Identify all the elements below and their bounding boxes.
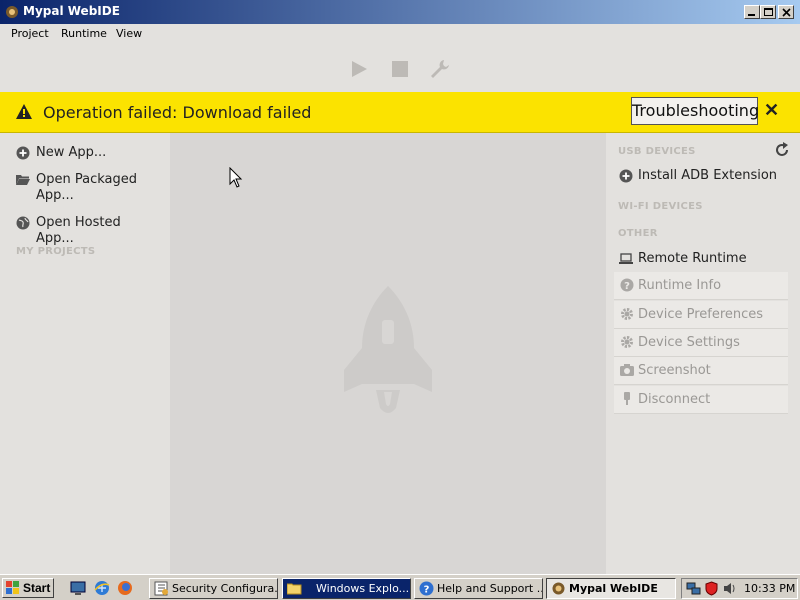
title-bar[interactable]: Mypal WebIDE <box>0 0 800 24</box>
troubleshooting-button[interactable]: Troubleshooting <box>631 97 759 125</box>
screenshot-label: Screenshot <box>638 363 711 378</box>
minimize-icon <box>748 14 755 16</box>
menu-bar: Project Runtime View <box>0 24 800 44</box>
disconnect-button[interactable]: Disconnect <box>614 386 788 414</box>
play-icon[interactable] <box>348 58 370 80</box>
screenshot-button[interactable]: Screenshot <box>614 357 788 385</box>
open-packaged-app-label: Open Packaged App... <box>36 172 137 203</box>
laptop-icon <box>619 253 633 264</box>
install-adb-extension-button[interactable]: Install ADB Extension <box>619 168 789 186</box>
task-label: Security Configura... <box>172 582 278 595</box>
warning-icon <box>16 104 32 119</box>
error-message: Operation failed: Download failed <box>43 103 312 122</box>
windows-logo-icon <box>6 581 19 594</box>
task-windows-explorer[interactable]: Windows Explo... <box>282 578 411 599</box>
open-packaged-app-button[interactable]: Open Packaged App... <box>16 172 156 206</box>
volume-icon[interactable] <box>722 581 737 596</box>
rocket-logo-icon <box>344 286 432 413</box>
webide-window: Mypal WebIDE Project Runtime View Operat… <box>0 0 800 574</box>
maximize-button[interactable] <box>760 5 776 19</box>
window-title: Mypal WebIDE <box>23 4 120 18</box>
device-preferences-label: Device Preferences <box>638 307 764 322</box>
folder-open-icon <box>16 175 30 185</box>
close-icon <box>782 8 791 17</box>
mypal-app-icon <box>6 6 18 18</box>
mouse-cursor-icon <box>229 167 243 188</box>
device-settings-button[interactable]: Device Settings <box>614 329 788 357</box>
project-panel: New App... Open Packaged App... Open Hos… <box>0 133 169 574</box>
security-config-icon <box>154 581 168 596</box>
error-notification-bar: Operation failed: Download failed Troubl… <box>0 92 800 133</box>
wifi-devices-header: WI-FI DEVICES <box>618 201 703 212</box>
svg-text:?: ? <box>424 585 430 596</box>
remote-runtime-label: Remote Runtime <box>638 251 747 266</box>
task-security-configuration[interactable]: Security Configura... <box>149 578 278 599</box>
new-app-button[interactable]: New App... <box>16 145 156 163</box>
install-adb-label: Install ADB Extension <box>638 168 778 183</box>
main-content-area <box>170 133 606 574</box>
internet-explorer-icon[interactable] <box>94 580 110 596</box>
maximize-icon <box>764 8 773 16</box>
close-window-button[interactable] <box>778 5 794 19</box>
close-notification-icon[interactable]: ✕ <box>764 100 779 121</box>
runtime-info-label: Runtime Info <box>638 278 722 293</box>
help-icon: ? <box>419 581 434 596</box>
menu-runtime[interactable]: Runtime <box>61 27 107 40</box>
remote-runtime-button[interactable]: Remote Runtime <box>619 251 789 269</box>
camera-icon <box>620 364 634 376</box>
plus-circle-icon <box>16 146 30 160</box>
stop-icon[interactable] <box>389 58 411 80</box>
taskbar: Start Security Configura... Windows Expl… <box>0 574 800 600</box>
start-label: Start <box>23 581 51 595</box>
device-settings-label: Device Settings <box>638 335 740 350</box>
toolbar <box>0 44 800 92</box>
wrench-icon[interactable] <box>429 58 451 80</box>
gear-icon <box>621 308 633 320</box>
globe-icon <box>16 216 30 230</box>
my-projects-header: MY PROJECTS <box>16 246 96 257</box>
show-desktop-icon[interactable] <box>70 580 86 596</box>
network-icon[interactable] <box>686 581 701 596</box>
start-button[interactable]: Start <box>2 578 54 598</box>
task-label: Windows Explo... <box>316 582 410 595</box>
other-header: OTHER <box>618 228 658 239</box>
new-app-label: New App... <box>36 145 107 160</box>
refresh-icon[interactable] <box>774 142 790 158</box>
clock: 10:33 PM <box>744 582 796 595</box>
device-preferences-button[interactable]: Device Preferences <box>614 301 788 329</box>
menu-view[interactable]: View <box>116 27 142 40</box>
minimize-button[interactable] <box>744 5 760 19</box>
plus-circle-icon <box>619 169 633 183</box>
folder-icon <box>287 583 302 595</box>
question-circle-icon: ? <box>620 278 634 292</box>
open-hosted-app-label: Open Hosted App... <box>36 215 121 246</box>
task-label: Mypal WebIDE <box>569 582 658 595</box>
menu-project[interactable]: Project <box>11 27 49 40</box>
runtime-info-button[interactable]: ? Runtime Info <box>614 272 788 300</box>
disconnect-label: Disconnect <box>638 392 711 407</box>
gear-icon <box>621 336 633 348</box>
security-shield-icon[interactable] <box>704 581 719 596</box>
task-help-and-support[interactable]: ? Help and Support ... <box>414 578 543 599</box>
plug-icon <box>624 392 630 405</box>
firefox-icon[interactable] <box>117 580 133 596</box>
task-mypal-webide[interactable]: Mypal WebIDE <box>546 578 676 599</box>
system-tray: 10:33 PM <box>681 578 798 599</box>
open-hosted-app-button[interactable]: Open Hosted App... <box>16 215 156 246</box>
usb-devices-header: USB DEVICES <box>618 146 696 157</box>
svg-text:?: ? <box>624 281 630 292</box>
mypal-app-icon <box>552 582 565 595</box>
task-label: Help and Support ... <box>437 582 543 595</box>
